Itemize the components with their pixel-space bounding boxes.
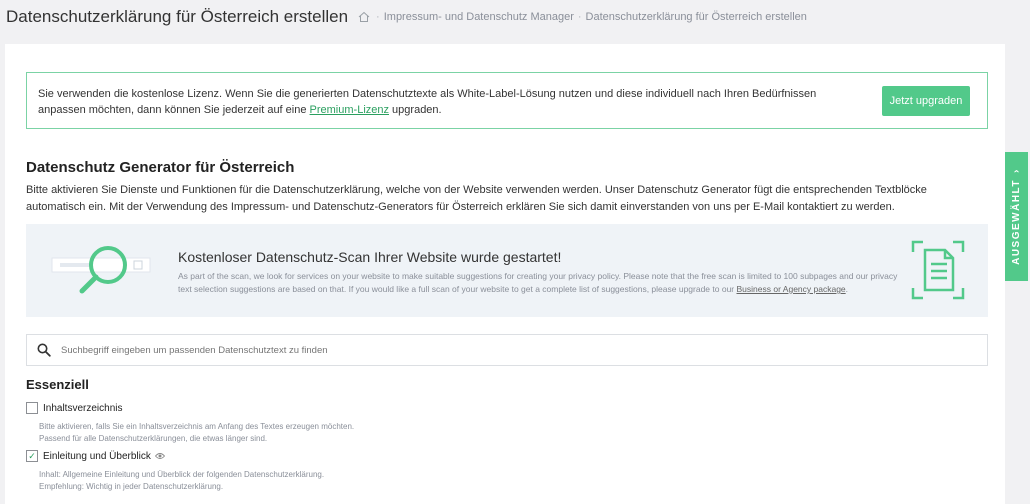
scan-banner: Kostenloser Datenschutz-Scan Ihrer Websi… xyxy=(26,224,988,317)
checkbox-einleitung[interactable]: ✓ xyxy=(26,450,38,462)
checkmark-icon: ✓ xyxy=(28,451,36,461)
breadcrumb-separator: · xyxy=(376,11,380,23)
page-title: Datenschutzerklärung für Österreich erst… xyxy=(6,7,349,26)
option-row: Inhaltsverzeichnis xyxy=(26,402,354,414)
side-tab-text: AUSGEWÄHLT xyxy=(1011,178,1023,265)
group-title-essential: Essenziell xyxy=(26,377,89,392)
search-box xyxy=(26,334,988,366)
option-row: ✓ Einleitung und Überblick xyxy=(26,450,324,462)
option-desc-line: Inhalt: Allgemeine Einleitung und Überbl… xyxy=(39,470,325,479)
option-label[interactable]: Einleitung und Überblick xyxy=(43,451,151,462)
section-description: Bitte aktivieren Sie Dienste und Funktio… xyxy=(26,184,927,213)
option-description: Bitte aktivieren, falls Sie ein Inhaltsv… xyxy=(39,421,354,445)
option-inhaltsverzeichnis: Inhaltsverzeichnis Bitte aktivieren, fal… xyxy=(26,402,354,445)
breadcrumb-item-manager[interactable]: Impressum- und Datenschutz Manager xyxy=(384,11,574,23)
scan-text-after: . xyxy=(845,284,849,294)
checkbox-inhaltsverzeichnis[interactable] xyxy=(26,402,38,414)
breadcrumb-separator: · xyxy=(577,11,582,23)
breadcrumb: · Impressum- und Datenschutz Manager · D… xyxy=(358,11,807,23)
section-title: Datenschutz Generator für Österreich xyxy=(26,159,295,176)
magnifier-scan-illustration xyxy=(51,246,151,294)
home-icon[interactable] xyxy=(358,11,370,23)
search-input[interactable] xyxy=(59,343,863,357)
license-notice: Sie verwenden die kostenlose Lizenz. Wen… xyxy=(26,72,988,129)
eye-icon[interactable] xyxy=(154,452,165,460)
license-notice-text: Sie verwenden die kostenlose Lizenz. Wen… xyxy=(38,86,838,118)
side-tab-label: AUSGEWÄHLT › xyxy=(1011,168,1022,265)
scan-description: As part of the scan, we look for service… xyxy=(178,270,898,296)
option-label[interactable]: Inhaltsverzeichnis xyxy=(43,403,122,414)
main-card: Sie verwenden die kostenlose Lizenz. Wen… xyxy=(5,44,1005,504)
business-agency-link[interactable]: Business or Agency package xyxy=(737,284,846,294)
premium-license-link[interactable]: Premium-Lizenz xyxy=(310,104,389,116)
document-scan-icon xyxy=(911,240,965,300)
selected-side-tab[interactable]: AUSGEWÄHLT › xyxy=(1005,152,1028,281)
option-desc-line: Bitte aktivieren, falls Sie ein Inhaltsv… xyxy=(39,422,355,431)
option-desc-line: Empfehlung: Wichtig in jeder Datenschutz… xyxy=(39,482,224,491)
top-bar: Datenschutzerklärung für Österreich erst… xyxy=(0,0,1030,34)
search-icon xyxy=(37,343,51,357)
chevron-right-icon: › xyxy=(1011,168,1023,173)
option-description: Inhalt: Allgemeine Einleitung und Überbl… xyxy=(39,469,324,493)
option-desc-line: Passend für alle Datenschutzerklärungen,… xyxy=(39,434,268,443)
option-einleitung: ✓ Einleitung und Überblick Inhalt: Allge… xyxy=(26,450,324,493)
scan-title: Kostenloser Datenschutz-Scan Ihrer Websi… xyxy=(178,249,562,265)
upgrade-button[interactable]: Jetzt upgraden xyxy=(882,86,970,116)
notice-text-after: upgraden. xyxy=(389,104,442,116)
breadcrumb-item-current: Datenschutzerklärung für Österreich erst… xyxy=(585,11,807,23)
